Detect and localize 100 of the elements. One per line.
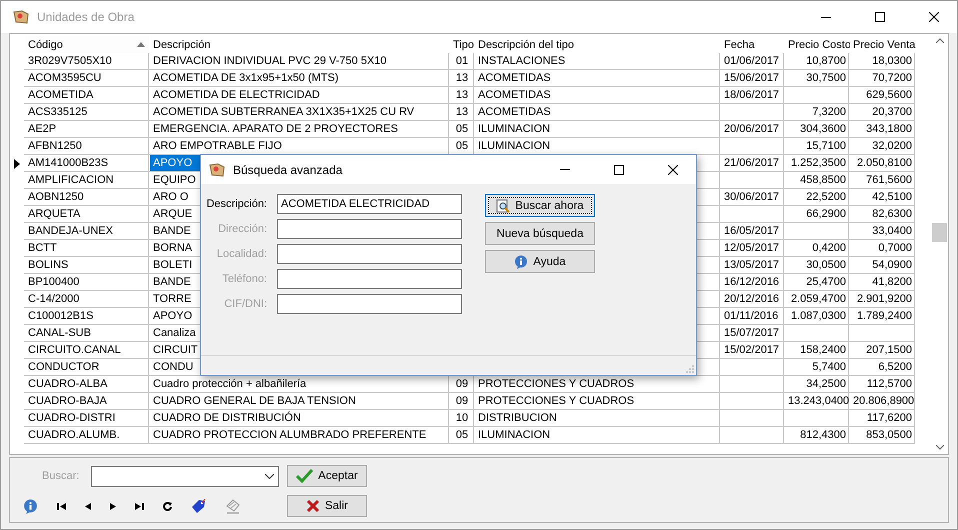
field-label: Localidad: <box>216 248 267 260</box>
type-description-cell-text: ACOMETIDAS <box>477 88 552 103</box>
minimize-icon[interactable] <box>821 16 831 18</box>
type-description-cell-text: PROTECCIONES Y CUADROS <box>477 377 636 392</box>
app-icon <box>209 162 225 176</box>
date-cell-text: 30/06/2017 <box>723 190 780 205</box>
price-cell-text: 112,5700 <box>866 377 913 392</box>
app-icon <box>13 10 29 24</box>
price-cell-text: 33,0400 <box>871 224 913 239</box>
code-cell-text: ACOMETIDA <box>27 88 94 103</box>
description-cell-text: CONDU <box>152 360 194 375</box>
code-cell-text: ACS335125 <box>27 105 88 120</box>
price-cell-text: 0,7000 <box>877 241 913 256</box>
price-cell-text: 20.806,8900 <box>852 394 915 409</box>
date-cell-text: 01/06/2017 <box>723 54 780 69</box>
x-icon <box>306 499 320 513</box>
code-cell-text: AM141000B23S <box>27 156 110 171</box>
search-now-button[interactable]: Buscar ahora <box>485 194 595 217</box>
cost-cell-text: 1.087,0300 <box>790 309 847 324</box>
code-cell-text: ACOM3595CU <box>27 71 102 86</box>
type-description-cell-text: PROTECCIONES Y CUADROS <box>477 394 636 409</box>
cost-cell-text: 13.243,0400 <box>787 394 849 409</box>
column-label: Fecha <box>724 38 755 52</box>
cost-cell-text: 30,0500 <box>805 258 847 273</box>
price-cell-text: 629,5600 <box>865 88 913 103</box>
search-combobox[interactable] <box>91 466 280 486</box>
cost-cell-text: 304,3600 <box>799 122 847 137</box>
date-cell-text: 13/05/2017 <box>723 258 780 273</box>
column-header[interactable]: Precio Venta <box>850 36 915 53</box>
cost-cell-text: 0,4200 <box>811 241 847 256</box>
price-cell-text: 853,0500 <box>865 428 913 443</box>
checkmark-icon <box>296 469 314 483</box>
price-cell-text: 761,5600 <box>865 173 913 188</box>
date-cell-text: 21/06/2017 <box>723 156 780 171</box>
scroll-thumb[interactable] <box>932 223 947 242</box>
cost-cell-text: 5,7400 <box>811 360 847 375</box>
type-description-cell-text: ACOMETIDAS <box>477 71 552 86</box>
description-cell-text: CUADRO DE DISTRIBUCIÓN <box>152 410 302 426</box>
type-cell-text: 05 <box>454 122 470 137</box>
first-record-icon[interactable] <box>57 502 66 510</box>
description-cell-text: ARO O <box>152 190 190 205</box>
date-cell-text: 15/07/2017 <box>723 326 780 341</box>
scroll-up-icon[interactable] <box>936 38 944 43</box>
code-cell-text: BANDEJA-UNEX <box>27 224 114 239</box>
resize-grip-icon[interactable] <box>686 365 694 373</box>
type-description-cell-text: ILUMINACION <box>477 428 552 443</box>
cost-cell-text: 25,4700 <box>805 275 847 290</box>
close-icon[interactable] <box>929 12 939 22</box>
exit-button[interactable]: Salir <box>287 495 367 517</box>
price-cell-text: 207,1500 <box>865 343 913 358</box>
column-header[interactable]: Tipo <box>450 36 474 53</box>
price-cell-text: 54,0900 <box>871 258 913 273</box>
window-title: Unidades de Obra <box>37 10 136 24</box>
description-cell-text: DERIVACION INDIVIDUAL PVC 29 V-750 5X10 <box>152 54 388 69</box>
next-record-icon[interactable] <box>110 502 116 510</box>
maximize-icon[interactable] <box>614 164 624 174</box>
cost-cell-text: 10,8700 <box>805 54 847 69</box>
type-cell-text: 13 <box>454 88 470 103</box>
type-description-cell-text: ILUMINACION <box>477 122 552 137</box>
description-cell-text: BANDE <box>152 224 192 239</box>
column-label: Precio Costo <box>788 38 851 52</box>
last-record-icon[interactable] <box>135 502 144 510</box>
type-description-cell-text: ILUMINACION <box>477 139 552 154</box>
accept-button[interactable]: Aceptar <box>287 465 367 487</box>
scroll-down-icon[interactable] <box>936 445 944 450</box>
price-cell-text: 2.901,9200 <box>856 292 913 307</box>
close-icon[interactable] <box>668 164 678 174</box>
description-cell-text: EMERGENCIA. APARATO DE 2 PROYECTORES <box>152 122 399 137</box>
refresh-icon[interactable] <box>163 502 172 510</box>
tag-icon[interactable] <box>191 499 206 513</box>
price-cell-text: 343,1800 <box>865 122 913 137</box>
cost-cell-text: 158,2400 <box>799 343 847 358</box>
maximize-icon[interactable] <box>875 12 885 22</box>
code-cell-text: AMPLIFICACION <box>27 173 115 188</box>
date-cell-text: 15/06/2017 <box>723 71 780 86</box>
column-label: Descripción <box>153 38 210 52</box>
description-cell-text: BOLETI <box>152 258 194 273</box>
search-document-icon <box>496 198 510 212</box>
help-button[interactable]: Ayuda <box>485 250 595 273</box>
code-cell-text: BOLINS <box>27 258 70 273</box>
new-search-button[interactable]: Nueva búsqueda <box>485 222 595 245</box>
input-field[interactable]: ACOMETIDA ELECTRICIDAD <box>277 194 462 214</box>
description-cell-text: Cuadro protección + albañilería <box>152 377 308 392</box>
price-cell-text: 2.050,8100 <box>856 156 913 171</box>
type-description-cell-text: INSTALACIONES <box>477 54 566 69</box>
column-label: Tipo <box>453 38 474 52</box>
field-label: CIF/DNI: <box>223 298 267 310</box>
cost-cell-text: 2.059,4700 <box>790 292 847 307</box>
code-cell-text: CUADRO.ALUMB. <box>27 428 121 443</box>
date-cell-text: 12/05/2017 <box>723 241 780 256</box>
type-cell-text: 09 <box>454 377 470 392</box>
price-cell-text: 82,6300 <box>871 207 913 222</box>
info-icon <box>23 498 38 514</box>
type-cell-text: 05 <box>454 428 470 443</box>
code-cell-text: AOBN1250 <box>27 190 85 205</box>
previous-record-icon[interactable] <box>85 502 91 510</box>
code-cell-text: CONDUCTOR <box>27 360 100 375</box>
cost-cell-text: 1.252,3500 <box>790 156 847 171</box>
description-cell-text: ACOMETIDA SUBTERRANEA 3X1X35+1X25 CU RV <box>152 105 416 120</box>
description-cell-text: BORNA <box>152 241 194 256</box>
